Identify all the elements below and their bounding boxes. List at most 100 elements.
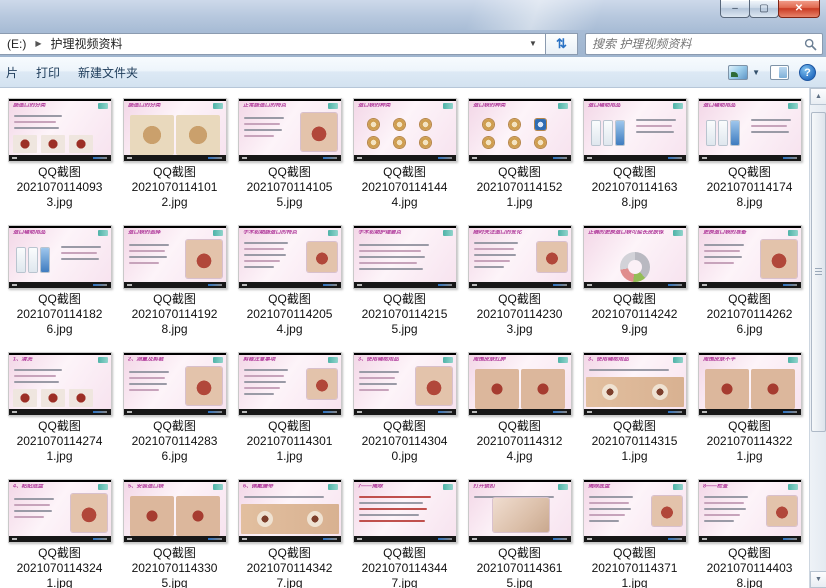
file-item[interactable]: 周围皮肤不平 QQ截图 2021070114322 1.jpg <box>692 352 807 479</box>
file-name[interactable]: QQ截图 2021070114182 6.jpg <box>17 292 103 337</box>
file-name[interactable]: QQ截图 2021070114205 4.jpg <box>247 292 333 337</box>
video-player-bar <box>583 409 686 415</box>
file-item[interactable]: 4、粘贴底盘 QQ截图 2021070114324 1.jpg <box>2 479 117 588</box>
slide-preview: 8——检查 <box>698 482 801 536</box>
video-player-bar <box>698 409 801 415</box>
slide-title: 造口辅助用品 <box>587 103 620 109</box>
file-name[interactable]: QQ截图 2021070114330 5.jpg <box>132 546 218 588</box>
file-list-area: 肠造口的分类 QQ截图 2021070114093 3.jpg 肠造口的分类 QQ截图 20… <box>0 88 809 588</box>
close-button[interactable]: ✕ <box>778 0 820 18</box>
file-name[interactable]: QQ截图 2021070114304 0.jpg <box>362 419 448 464</box>
file-thumbnail: 7——揭除 <box>352 479 457 543</box>
file-thumbnail: 正确的更换造口袋可延长皮肤保护屏障的使用周期 <box>582 225 687 289</box>
file-name[interactable]: QQ截图 2021070114093 3.jpg <box>17 165 103 210</box>
file-item[interactable]: 手术初期护理要点 QQ截图 2021070114215 5.jpg <box>347 225 462 352</box>
file-item[interactable]: 7——揭除 QQ截图 2021070114344 7.jpg <box>347 479 462 588</box>
file-name[interactable]: QQ截图 2021070114230 3.jpg <box>477 292 563 337</box>
scroll-up-button[interactable]: ▲ <box>810 88 826 105</box>
address-bar[interactable]: (E:) ▶ 护理视频资料 ▼ <box>0 32 546 55</box>
breadcrumb-folder[interactable]: 护理视频资料 <box>44 34 130 54</box>
file-name[interactable]: QQ截图 2021070114274 1.jpg <box>17 419 103 464</box>
slide-preview: 正确的更换造口袋可延长皮肤保护屏障的使用周期 <box>583 228 686 282</box>
file-name[interactable]: QQ截图 2021070114163 8.jpg <box>592 165 678 210</box>
file-item[interactable]: 打开锁扣 QQ截图 2021070114361 5.jpg <box>462 479 577 588</box>
file-item[interactable]: 揭除底盘 QQ截图 2021070114371 1.jpg <box>577 479 692 588</box>
slide-title: 正常肠造口的特点 <box>242 103 286 109</box>
vertical-scrollbar[interactable]: ▲ ▼ <box>809 88 826 588</box>
file-name[interactable]: QQ截图 2021070114324 1.jpg <box>17 546 103 588</box>
file-item[interactable]: 5、安装造口袋 QQ截图 2021070114330 5.jpg <box>117 479 232 588</box>
slide-logo-icon <box>327 230 338 236</box>
slide-logo-icon <box>327 103 338 109</box>
scroll-down-button[interactable]: ▼ <box>810 571 826 588</box>
search-input[interactable] <box>592 34 797 53</box>
maximize-button[interactable]: ▢ <box>749 0 779 18</box>
help-button[interactable]: ? <box>799 64 816 81</box>
file-item[interactable]: 6、佩戴腰带 QQ截图 2021070114342 7.jpg <box>232 479 347 588</box>
file-name[interactable]: QQ截图 2021070114371 1.jpg <box>592 546 678 588</box>
search-box[interactable] <box>585 32 823 55</box>
file-name[interactable]: QQ截图 2021070114312 4.jpg <box>477 419 563 464</box>
file-name[interactable]: QQ截图 2021070114242 9.jpg <box>592 292 678 337</box>
slide-preview: 手术初期护理要点 <box>353 228 456 282</box>
toolbar-item-new-folder[interactable]: 新建文件夹 <box>69 59 147 86</box>
file-name[interactable]: QQ截图 2021070114105 5.jpg <box>247 165 333 210</box>
refresh-button[interactable]: ⇅ <box>546 32 578 55</box>
file-item[interactable]: 8——检查 QQ截图 2021070114403 8.jpg <box>692 479 807 588</box>
file-name[interactable]: QQ截图 2021070114322 1.jpg <box>707 419 793 464</box>
file-name[interactable]: QQ截图 2021070114361 5.jpg <box>477 546 563 588</box>
file-item[interactable]: 1、清洗 QQ截图 2021070114274 1.jpg <box>2 352 117 479</box>
file-name[interactable]: QQ截图 2021070114262 6.jpg <box>707 292 793 337</box>
file-item[interactable]: 造口辅助用品 QQ截图 2021070114182 6.jpg <box>2 225 117 352</box>
file-name[interactable]: QQ截图 2021070114342 7.jpg <box>247 546 333 588</box>
file-item[interactable]: 正确的更换造口袋可延长皮肤保护屏障的使用周期 QQ截图20210701142429… <box>577 225 692 352</box>
breadcrumb-arrow-icon[interactable]: ▶ <box>33 39 43 48</box>
views-caret-icon[interactable]: ▼ <box>752 68 760 77</box>
file-item[interactable]: 3、使用辅助用品 QQ截图 2021070114304 0.jpg <box>347 352 462 479</box>
file-item[interactable]: 剪裁注意事项 QQ截图 2021070114301 1.jpg <box>232 352 347 479</box>
file-item[interactable]: 更换造口袋的准备 QQ截图 2021070114262 6.jpg <box>692 225 807 352</box>
file-name[interactable]: QQ截图 2021070114174 8.jpg <box>707 165 793 210</box>
file-item[interactable]: 正常肠造口的特点 QQ截图 2021070114105 5.jpg <box>232 98 347 225</box>
slide-logo-icon <box>327 484 338 490</box>
slide-title: 随时关注造口的变化 <box>472 230 522 236</box>
file-name[interactable]: QQ截图 2021070114192 8.jpg <box>132 292 218 337</box>
file-thumbnail: 5、安装造口袋 <box>122 479 227 543</box>
file-name[interactable]: QQ截图 2021070114101 2.jpg <box>132 165 218 210</box>
file-name[interactable]: QQ截图 2021070114301 1.jpg <box>247 419 333 464</box>
search-icon[interactable] <box>804 38 817 51</box>
file-item[interactable]: 肠造口的分类 QQ截图 2021070114093 3.jpg <box>2 98 117 225</box>
toolbar-item-slideshow[interactable]: 片 <box>0 59 27 86</box>
minimize-button[interactable]: – <box>720 0 750 18</box>
file-name[interactable]: QQ截图 2021070114315 1.jpg <box>592 419 678 464</box>
address-dropdown-icon[interactable]: ▼ <box>525 34 541 54</box>
file-item[interactable]: 造口袋的选择 QQ截图 2021070114192 8.jpg <box>117 225 232 352</box>
file-item[interactable]: 造口辅助用品 QQ截图 2021070114163 8.jpg <box>577 98 692 225</box>
file-item[interactable]: 肠造口的分类 QQ截图 2021070114101 2.jpg <box>117 98 232 225</box>
file-item[interactable]: 造口辅助用品 QQ截图 2021070114174 8.jpg <box>692 98 807 225</box>
scrollbar-thumb[interactable] <box>811 112 826 432</box>
file-item[interactable]: 2、测量及剪裁 QQ截图 2021070114283 6.jpg <box>117 352 232 479</box>
file-item[interactable]: 随时关注造口的变化 QQ截图 2021070114230 3.jpg <box>462 225 577 352</box>
file-item[interactable]: 造口袋的种类 QQ截图 2021070114144 4.jpg <box>347 98 462 225</box>
change-view-button[interactable]: ▼ <box>728 65 760 80</box>
file-item[interactable]: 3、使用辅助用品 QQ截图 2021070114315 1.jpg <box>577 352 692 479</box>
slide-title: 造口袋的选择 <box>127 230 160 236</box>
toolbar-item-print[interactable]: 打印 <box>27 59 69 86</box>
file-name[interactable]: QQ截图 2021070114344 7.jpg <box>362 546 448 588</box>
file-item[interactable]: 周围皮肤红肿 QQ截图 2021070114312 4.jpg <box>462 352 577 479</box>
file-item[interactable]: 手术初期肠造口的特点 QQ截图 2021070114205 4.jpg <box>232 225 347 352</box>
breadcrumb-drive[interactable]: (E:) <box>0 34 33 54</box>
file-name[interactable]: QQ截图 2021070114152 1.jpg <box>477 165 563 210</box>
file-name[interactable]: QQ截图 2021070114215 5.jpg <box>362 292 448 337</box>
file-name[interactable]: QQ截图 2021070114403 8.jpg <box>707 546 793 588</box>
preview-pane-button[interactable] <box>770 65 789 80</box>
file-thumbnail: 手术初期护理要点 <box>352 225 457 289</box>
video-player-bar <box>468 409 571 415</box>
file-name[interactable]: QQ截图 2021070114283 6.jpg <box>132 419 218 464</box>
slide-preview: 肠造口的分类 <box>8 101 111 155</box>
file-thumbnail: 造口辅助用品 <box>7 225 112 289</box>
file-item[interactable]: 造口袋的种类 QQ截图 2021070114152 1.jpg <box>462 98 577 225</box>
file-name[interactable]: QQ截图 2021070114144 4.jpg <box>362 165 448 210</box>
file-thumbnail: 手术初期肠造口的特点 <box>237 225 342 289</box>
